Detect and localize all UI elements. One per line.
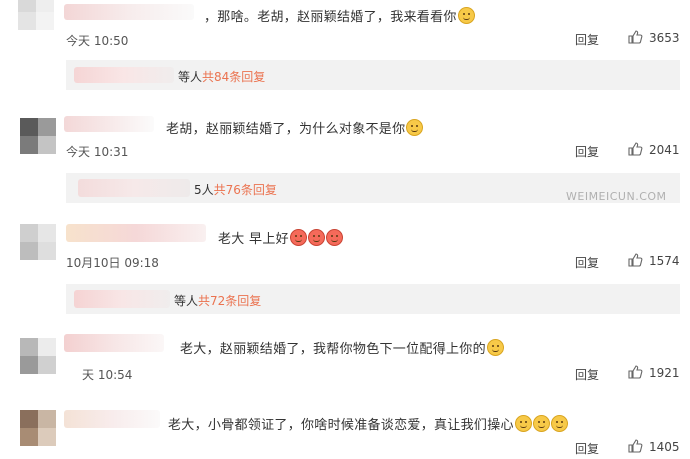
reply-button[interactable]: 回复	[575, 366, 599, 383]
avatar[interactable]	[20, 118, 56, 154]
like-button[interactable]: 3653	[627, 29, 680, 45]
smile-emoji-icon	[325, 229, 343, 246]
sub-reply-summary[interactable]: 5人共76条回复	[194, 181, 277, 198]
reply-count-link[interactable]: 共76条回复	[214, 183, 277, 197]
comment-time: 天 10:54	[82, 368, 133, 382]
like-count: 1405	[649, 440, 680, 454]
avatar[interactable]	[18, 0, 54, 30]
blurred-username	[64, 116, 154, 132]
smile-emoji-icon	[289, 229, 307, 246]
reply-button[interactable]: 回复	[575, 31, 599, 48]
comment-time: 今天 10:31	[66, 145, 129, 159]
like-button[interactable]: 1574	[627, 252, 680, 268]
reply-button[interactable]: 回复	[575, 143, 599, 160]
comment-text-content: 老大，赵丽颖结婚了，我帮你物色下一位配得上你的	[180, 342, 486, 357]
comment-text-content: ，那啥。老胡，赵丽颖结婚了，我来看看你	[204, 10, 457, 25]
smile-emoji-icon	[307, 229, 325, 246]
blurred-username	[64, 334, 164, 352]
avatar[interactable]	[20, 410, 56, 446]
like-count: 3653	[649, 31, 680, 45]
sub-reply-box[interactable]: 等人共84条回复	[66, 60, 680, 90]
reply-count-link[interactable]: 共72条回复	[198, 294, 261, 308]
smile-emoji-icon	[514, 415, 532, 432]
avatar[interactable]	[20, 338, 56, 374]
thumbs-up-icon	[628, 365, 643, 379]
smile-emoji-icon	[486, 339, 504, 356]
comment-text-content: 老大 早上好	[218, 232, 289, 247]
comment-text-content: 老大，小骨都领证了，你啥时候准备谈恋爱，真让我们操心	[168, 418, 514, 433]
thumbs-up-icon	[628, 142, 643, 156]
reply-button[interactable]: 回复	[575, 440, 599, 457]
blurred-username	[64, 410, 160, 428]
like-count: 2041	[649, 143, 680, 157]
thumbs-up-icon	[628, 253, 643, 267]
blurred-username	[74, 290, 170, 308]
blurred-username	[78, 179, 190, 197]
comment-time: 10月10日 09:18	[66, 256, 159, 270]
comment-text: 老大 早上好	[218, 228, 343, 247]
thumbs-up-icon	[628, 439, 643, 453]
sub-reply-box[interactable]: 等人共72条回复	[66, 284, 680, 314]
comment-text: 老大，赵丽颖结婚了，我帮你物色下一位配得上你的	[180, 338, 504, 357]
comment-text: 老大，小骨都领证了，你啥时候准备谈恋爱，真让我们操心	[168, 414, 568, 433]
reply-button[interactable]: 回复	[575, 254, 599, 271]
like-count: 1574	[649, 254, 680, 268]
avatar[interactable]	[20, 224, 56, 260]
comment-time: 今天 10:50	[66, 34, 129, 48]
comment-text-content: 老胡，赵丽颖结婚了，为什么对象不是你	[166, 122, 406, 137]
sub-reply-prefix: 5人	[194, 183, 214, 197]
comment-text: ，那啥。老胡，赵丽颖结婚了，我来看看你	[204, 6, 475, 25]
like-button[interactable]: 1921	[627, 364, 680, 380]
thumbs-up-icon	[628, 30, 643, 44]
smile-emoji-icon	[532, 415, 550, 432]
smile-emoji-icon	[550, 415, 568, 432]
like-button[interactable]: 1405	[627, 438, 680, 454]
sub-reply-summary[interactable]: 等人共72条回复	[174, 292, 261, 309]
like-count: 1921	[649, 366, 680, 380]
watermark-text: WEIMEICUN.COM	[566, 190, 667, 203]
smile-emoji-icon	[457, 7, 475, 24]
smile-emoji-icon	[406, 119, 424, 136]
like-button[interactable]: 2041	[627, 141, 680, 157]
blurred-username	[66, 224, 206, 242]
reply-count-link[interactable]: 共84条回复	[202, 70, 265, 84]
blurred-username	[64, 4, 194, 20]
sub-reply-prefix: 等人	[178, 70, 203, 84]
sub-reply-summary[interactable]: 等人共84条回复	[178, 68, 265, 85]
comment-text: 老胡，赵丽颖结婚了，为什么对象不是你	[166, 118, 424, 137]
sub-reply-prefix: 等人	[174, 294, 199, 308]
blurred-username	[74, 67, 174, 83]
